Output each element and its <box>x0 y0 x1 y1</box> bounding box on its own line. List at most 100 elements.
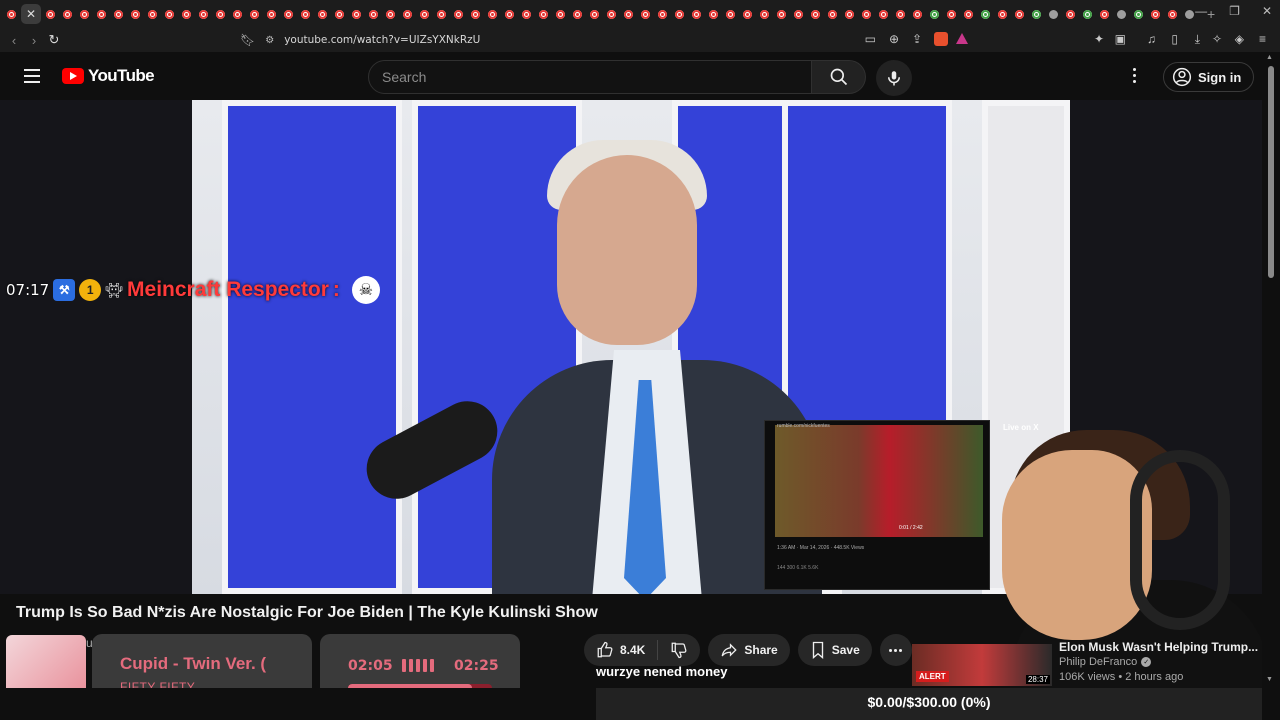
browser-tab[interactable] <box>298 7 313 22</box>
bookmark-icon[interactable]: 🔖︎ <box>240 33 255 47</box>
suggested-channel[interactable]: Philip DeFranco ✓ <box>1059 656 1152 668</box>
browser-tab[interactable] <box>1029 7 1044 22</box>
close-window-icon[interactable]: ✕ <box>1262 4 1272 18</box>
browser-tab[interactable] <box>655 7 670 22</box>
downloads-icon[interactable]: ⤓ <box>1195 32 1200 47</box>
suggested-video[interactable]: ALERT 28:37 Elon Musk Wasn't Helping Tru… <box>912 640 1262 690</box>
browser-tab[interactable] <box>451 7 466 22</box>
browser-tab[interactable] <box>383 7 398 22</box>
browser-tab[interactable] <box>791 7 806 22</box>
browser-tab[interactable] <box>1063 7 1078 22</box>
browser-tab[interactable] <box>468 7 483 22</box>
browser-tab[interactable] <box>757 7 772 22</box>
browser-tab[interactable] <box>1046 7 1061 22</box>
browser-tab[interactable] <box>43 7 58 22</box>
forward-icon[interactable]: › <box>24 33 44 48</box>
tab-close-active[interactable]: ✕ <box>21 4 41 24</box>
save-button[interactable]: Save <box>797 634 872 666</box>
browser-tab[interactable] <box>417 7 432 22</box>
vpn-icon[interactable]: ◈ <box>1235 32 1244 46</box>
youtube-logo[interactable]: YouTube <box>62 66 155 86</box>
browser-tab[interactable] <box>621 7 636 22</box>
voice-search-button[interactable] <box>876 60 912 96</box>
settings-menu-icon[interactable] <box>1133 68 1136 83</box>
music-icon[interactable]: ♫ <box>1147 32 1156 46</box>
browser-tab[interactable] <box>876 7 891 22</box>
extensions-icon[interactable]: ✦ <box>1094 32 1104 46</box>
page-scrollbar[interactable]: ▲ ▼ <box>1262 52 1280 700</box>
browser-tab[interactable] <box>162 7 177 22</box>
reader-icon[interactable]: ▯ <box>1171 32 1178 46</box>
browser-tab[interactable] <box>349 7 364 22</box>
leo-icon[interactable]: ✧ <box>1212 32 1222 46</box>
scroll-up-icon[interactable]: ▲ <box>1266 54 1273 61</box>
browser-tab[interactable] <box>502 7 517 22</box>
scroll-thumb[interactable] <box>1268 66 1274 278</box>
more-actions-icon[interactable] <box>879 634 912 666</box>
restore-icon[interactable]: ❐ <box>1229 4 1240 18</box>
suggested-title[interactable]: Elon Musk Wasn't Helping Trump... <box>1059 640 1259 654</box>
browser-tab[interactable] <box>519 7 534 22</box>
browser-tab[interactable] <box>230 7 245 22</box>
back-icon[interactable]: ‹ <box>4 33 24 48</box>
browser-tab[interactable] <box>570 7 585 22</box>
browser-tab[interactable] <box>332 7 347 22</box>
browser-tab[interactable] <box>179 7 194 22</box>
browser-tab[interactable] <box>1165 7 1180 22</box>
browser-tab[interactable] <box>1080 7 1095 22</box>
browser-tab[interactable] <box>4 7 19 22</box>
scroll-down-icon[interactable]: ▼ <box>1266 676 1273 683</box>
browser-tab[interactable] <box>536 7 551 22</box>
browser-tab[interactable] <box>315 7 330 22</box>
browser-tab[interactable] <box>1148 7 1163 22</box>
browser-tab[interactable] <box>927 7 942 22</box>
browser-tab[interactable] <box>1131 7 1146 22</box>
brave-shield-icon[interactable] <box>934 32 948 46</box>
search-input[interactable] <box>368 60 812 94</box>
share-button[interactable]: Share <box>708 634 790 666</box>
minimize-icon[interactable]: — <box>1195 4 1207 18</box>
browser-tab[interactable] <box>808 7 823 22</box>
site-info-icon[interactable]: ⚙ <box>265 35 274 46</box>
browser-menu-icon[interactable]: ≡ <box>1259 32 1266 46</box>
brave-rewards-icon[interactable] <box>956 33 968 44</box>
browser-tab[interactable] <box>196 7 211 22</box>
browser-tab[interactable] <box>825 7 840 22</box>
browser-tab[interactable] <box>706 7 721 22</box>
browser-tab[interactable] <box>842 7 857 22</box>
browser-tab[interactable] <box>400 7 415 22</box>
suggested-thumbnail[interactable]: ALERT 28:37 <box>912 644 1052 686</box>
browser-tab[interactable] <box>689 7 704 22</box>
url-text[interactable]: youtube.com/watch?v=UIZsYXNkRzU <box>284 34 480 46</box>
browser-tab[interactable] <box>553 7 568 22</box>
browser-tab[interactable] <box>587 7 602 22</box>
browser-tab[interactable] <box>961 7 976 22</box>
browser-tab[interactable] <box>128 7 143 22</box>
browser-tab[interactable] <box>264 7 279 22</box>
browser-tab[interactable] <box>1097 7 1112 22</box>
browser-tab[interactable] <box>213 7 228 22</box>
browser-tab[interactable] <box>723 7 738 22</box>
browser-tab[interactable] <box>366 7 381 22</box>
browser-tab[interactable] <box>145 7 160 22</box>
browser-tab[interactable] <box>910 7 925 22</box>
share-page-icon[interactable]: ⇪ <box>912 32 922 46</box>
browser-tab[interactable] <box>638 7 653 22</box>
browser-tab[interactable] <box>859 7 874 22</box>
browser-tab[interactable] <box>672 7 687 22</box>
search-button[interactable] <box>812 60 866 94</box>
browser-tab[interactable] <box>995 7 1010 22</box>
browser-tab[interactable] <box>281 7 296 22</box>
browser-tab[interactable] <box>94 7 109 22</box>
dislike-button[interactable] <box>658 641 700 659</box>
reload-icon[interactable]: ↻ <box>44 32 64 48</box>
browser-tab[interactable] <box>944 7 959 22</box>
zoom-icon[interactable]: ⊕ <box>889 32 899 46</box>
browser-tab[interactable] <box>774 7 789 22</box>
guide-menu-icon[interactable] <box>20 64 44 88</box>
sign-in-button[interactable]: Sign in <box>1163 62 1255 92</box>
browser-tab[interactable] <box>1114 7 1129 22</box>
sidebar-icon[interactable]: ▣ <box>1115 32 1126 46</box>
browser-tab[interactable] <box>604 7 619 22</box>
browser-tab[interactable] <box>111 7 126 22</box>
